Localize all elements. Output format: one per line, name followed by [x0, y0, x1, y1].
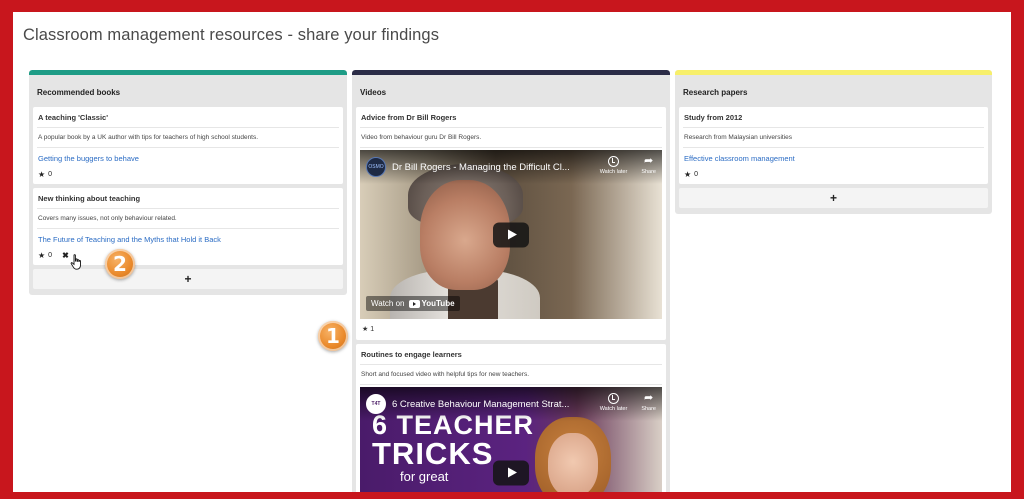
share-icon: ➦ — [644, 392, 654, 404]
post-footer: ★ 0 ✖ — [37, 249, 339, 260]
post-card[interactable]: Advice from Dr Bill Rogers Video from be… — [356, 107, 666, 340]
share-button[interactable]: ➦ Share — [641, 392, 656, 413]
post-footer: ★ 0 — [683, 168, 984, 179]
page-canvas: Classroom management resources - share y… — [13, 12, 1011, 492]
post-link[interactable]: Effective classroom management — [683, 148, 984, 168]
column-color-bar — [352, 70, 670, 75]
callout-marker-2: 2 — [105, 249, 135, 279]
post-link[interactable]: The Future of Teaching and the Myths tha… — [37, 229, 339, 249]
post-footer: ★ 0 — [37, 168, 339, 179]
column-header: Videos — [360, 88, 387, 97]
video-tools: Watch later ➦ Share — [599, 155, 656, 176]
column-color-bar — [675, 70, 992, 75]
channel-avatar[interactable]: OSMO — [366, 157, 386, 177]
star-count: 0 — [694, 171, 699, 178]
video-embed[interactable]: 6 TEACHER TRICKS for great T4T 6 Creativ… — [360, 387, 662, 492]
post-title: New thinking about teaching — [37, 194, 339, 209]
post-description: Video from behaviour guru Dr Bill Rogers… — [360, 128, 662, 148]
share-icon: ➦ — [644, 155, 654, 167]
star-icon[interactable]: ★ — [38, 170, 45, 179]
share-button[interactable]: ➦ Share — [641, 155, 656, 176]
thumbnail-line-3: for great — [400, 469, 449, 484]
post-card[interactable]: Routines to engage learners Short and fo… — [356, 344, 666, 492]
hand-cursor-icon — [70, 254, 81, 270]
youtube-logo: YouTube — [408, 299, 455, 308]
column-videos: Videos Advice from Dr Bill Rogers Video … — [352, 70, 670, 492]
post-title: Routines to engage learners — [360, 350, 662, 365]
star-count: 0 — [48, 252, 53, 259]
post-title: Study from 2012 — [683, 113, 984, 128]
clock-icon — [608, 156, 619, 167]
post-card[interactable]: A teaching 'Classic' A popular book by a… — [33, 107, 343, 184]
post-title: Advice from Dr Bill Rogers — [360, 113, 662, 128]
clock-icon — [608, 393, 619, 404]
post-description: A popular book by a UK author with tips … — [37, 128, 339, 148]
column-color-bar — [29, 70, 347, 75]
share-label: Share — [641, 406, 656, 412]
star-count: 1 — [370, 325, 375, 333]
video-embed[interactable]: OSMO Dr Bill Rogers - Managing the Diffi… — [360, 150, 662, 319]
column-header: Research papers — [683, 88, 748, 97]
star-icon[interactable]: ★ — [38, 251, 45, 260]
board: Recommended books A teaching 'Classic' A… — [13, 12, 1011, 492]
delete-icon[interactable]: ✖ — [62, 251, 69, 260]
column-header: Recommended books — [37, 88, 121, 97]
post-link[interactable]: Getting the buggers to behave — [37, 148, 339, 168]
post-description: Research from Malaysian universities — [683, 128, 984, 148]
post-card[interactable]: Study from 2012 Research from Malaysian … — [679, 107, 988, 184]
post-description: Covers many issues, not only behaviour r… — [37, 209, 339, 229]
star-icon[interactable]: ★ — [684, 170, 691, 179]
youtube-play-icon — [408, 299, 420, 308]
watch-later-label: Watch later — [599, 406, 628, 412]
add-post-button[interactable]: + — [33, 269, 343, 289]
watch-on-label: Watch on — [371, 299, 405, 308]
video-tools: Watch later ➦ Share — [599, 392, 656, 413]
post-title: A teaching 'Classic' — [37, 113, 339, 128]
star-count: 0 — [48, 171, 53, 178]
column-papers: Research papers Study from 2012 Research… — [675, 70, 992, 214]
post-description: Short and focused video with helpful tip… — [360, 365, 662, 385]
play-button[interactable] — [493, 460, 529, 486]
share-label: Share — [641, 169, 656, 175]
star-icon[interactable]: ★ — [362, 325, 368, 333]
play-button[interactable] — [493, 222, 529, 247]
post-footer: ★ 1 — [360, 319, 662, 335]
youtube-wordmark: YouTube — [421, 299, 455, 308]
callout-marker-1: 1 — [318, 321, 348, 351]
watch-on-youtube-link[interactable]: Watch on YouTube — [366, 296, 460, 311]
add-post-button[interactable]: + — [679, 188, 988, 208]
thumbnail-figure — [548, 433, 598, 492]
watch-later-button[interactable]: Watch later — [599, 156, 628, 175]
watch-later-label: Watch later — [599, 169, 628, 175]
watch-later-button[interactable]: Watch later — [599, 393, 628, 412]
channel-avatar[interactable]: T4T — [366, 394, 386, 414]
